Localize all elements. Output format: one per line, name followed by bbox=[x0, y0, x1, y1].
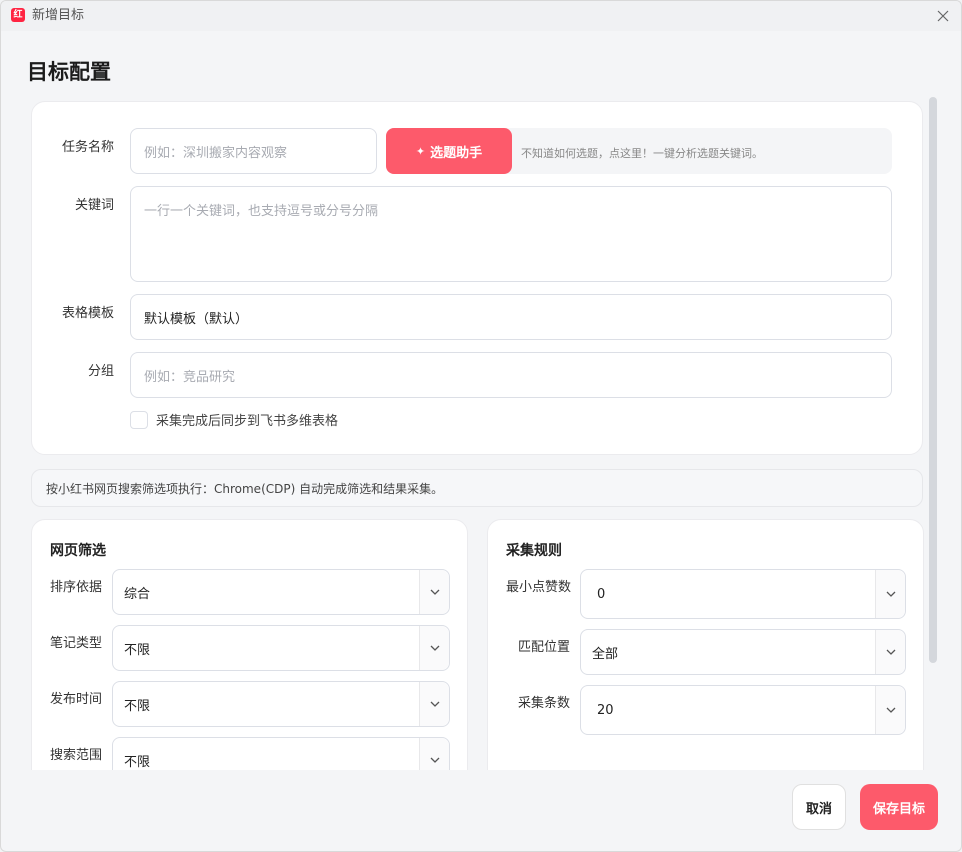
close-icon bbox=[937, 10, 949, 22]
group-label: 分组 bbox=[87, 364, 114, 379]
search-scope-select[interactable]: 不限 bbox=[112, 737, 450, 770]
min-likes-value: 0 bbox=[597, 586, 606, 602]
search-scope-value: 不限 bbox=[124, 754, 151, 770]
scrollbar-track bbox=[929, 663, 937, 763]
publish-time-value: 不限 bbox=[124, 698, 151, 714]
keywords-label: 关键词 bbox=[74, 198, 114, 213]
page-title: 目标配置 bbox=[27, 60, 111, 84]
collect-count-input[interactable]: 20 bbox=[580, 685, 906, 735]
dialog-window: 红 新增目标 目标配置 任务名称 例如：深圳搬家内容观察 ✦ 选题助手 不知道如… bbox=[0, 0, 962, 852]
collect-rules-title: 采集规则 bbox=[506, 543, 562, 559]
xiaohongshu-logo-icon: 红 bbox=[11, 8, 25, 22]
match-position-label: 匹配位置 bbox=[518, 640, 571, 655]
close-button[interactable] bbox=[933, 6, 953, 26]
sort-by-label: 排序依据 bbox=[50, 580, 103, 595]
match-position-value: 全部 bbox=[592, 646, 619, 662]
task-name-input[interactable]: 例如：深圳搬家内容观察 bbox=[130, 128, 377, 174]
window-title: 新增目标 bbox=[32, 8, 85, 23]
sort-by-select[interactable]: 综合 bbox=[112, 569, 450, 615]
topic-helper-button[interactable]: ✦ 选题助手 bbox=[386, 128, 512, 174]
min-likes-input[interactable]: 0 bbox=[580, 569, 906, 619]
execution-info-bar: 按小红书网页搜索筛选项执行：Chrome(CDP) 自动完成筛选和结果采集。 bbox=[31, 469, 923, 507]
sort-by-value: 综合 bbox=[124, 586, 151, 602]
collect-count-value: 20 bbox=[597, 702, 614, 718]
title-bar: 红 新增目标 bbox=[1, 1, 961, 31]
vertical-scrollbar[interactable] bbox=[929, 97, 937, 663]
template-label: 表格模板 bbox=[61, 306, 114, 321]
chevron-down-icon bbox=[875, 686, 905, 734]
match-position-select[interactable]: 全部 bbox=[580, 629, 906, 675]
chevron-down-icon bbox=[419, 626, 449, 670]
group-input[interactable]: 例如：竞品研究 bbox=[130, 352, 892, 398]
feishu-sync-checkbox[interactable] bbox=[130, 410, 148, 429]
chevron-down-icon bbox=[875, 630, 905, 674]
note-type-label: 笔记类型 bbox=[50, 636, 103, 651]
search-scope-label: 搜索范围 bbox=[50, 748, 103, 763]
collect-count-label: 采集条数 bbox=[518, 696, 571, 711]
keywords-textarea[interactable]: 一行一个关键词，也支持逗号或分号分隔 bbox=[130, 186, 892, 282]
topic-helper-panel: ✦ 选题助手 不知道如何选题，点这里！一键分析选题关键词。 bbox=[386, 128, 892, 174]
chevron-down-icon bbox=[419, 682, 449, 726]
save-target-button[interactable]: 保存目标 bbox=[860, 784, 938, 830]
topic-helper-hint: 不知道如何选题，点这里！一键分析选题关键词。 bbox=[521, 147, 763, 160]
chevron-down-icon bbox=[875, 570, 905, 618]
web-filter-card: 网页筛选 排序依据 综合 笔记类型 不限 发布时间 不限 搜索范围 不限 bbox=[31, 519, 468, 770]
basic-config-card: 任务名称 例如：深圳搬家内容观察 ✦ 选题助手 不知道如何选题，点这里！一键分析… bbox=[31, 101, 923, 455]
feishu-sync-option[interactable]: 采集完成后同步到飞书多维表格 bbox=[130, 410, 338, 429]
sparkle-icon: ✦ bbox=[415, 144, 426, 158]
chevron-down-icon bbox=[419, 738, 449, 770]
template-select[interactable]: 默认模板（默认） bbox=[130, 294, 892, 340]
web-filter-title: 网页筛选 bbox=[50, 543, 106, 559]
chevron-down-icon bbox=[419, 570, 449, 614]
min-likes-label: 最小点赞数 bbox=[506, 580, 572, 595]
publish-time-select[interactable]: 不限 bbox=[112, 681, 450, 727]
feishu-sync-label: 采集完成后同步到飞书多维表格 bbox=[156, 414, 339, 429]
note-type-select[interactable]: 不限 bbox=[112, 625, 450, 671]
task-name-label: 任务名称 bbox=[61, 140, 114, 155]
topic-helper-label: 选题助手 bbox=[430, 145, 483, 161]
note-type-value: 不限 bbox=[124, 642, 151, 658]
collect-rules-card: 采集规则 最小点赞数 0 匹配位置 全部 采集条数 20 bbox=[487, 519, 924, 770]
form-scroll-area[interactable]: 任务名称 例如：深圳搬家内容观察 ✦ 选题助手 不知道如何选题，点这里！一键分析… bbox=[1, 95, 941, 770]
publish-time-label: 发布时间 bbox=[50, 692, 103, 707]
cancel-button[interactable]: 取消 bbox=[792, 784, 846, 830]
